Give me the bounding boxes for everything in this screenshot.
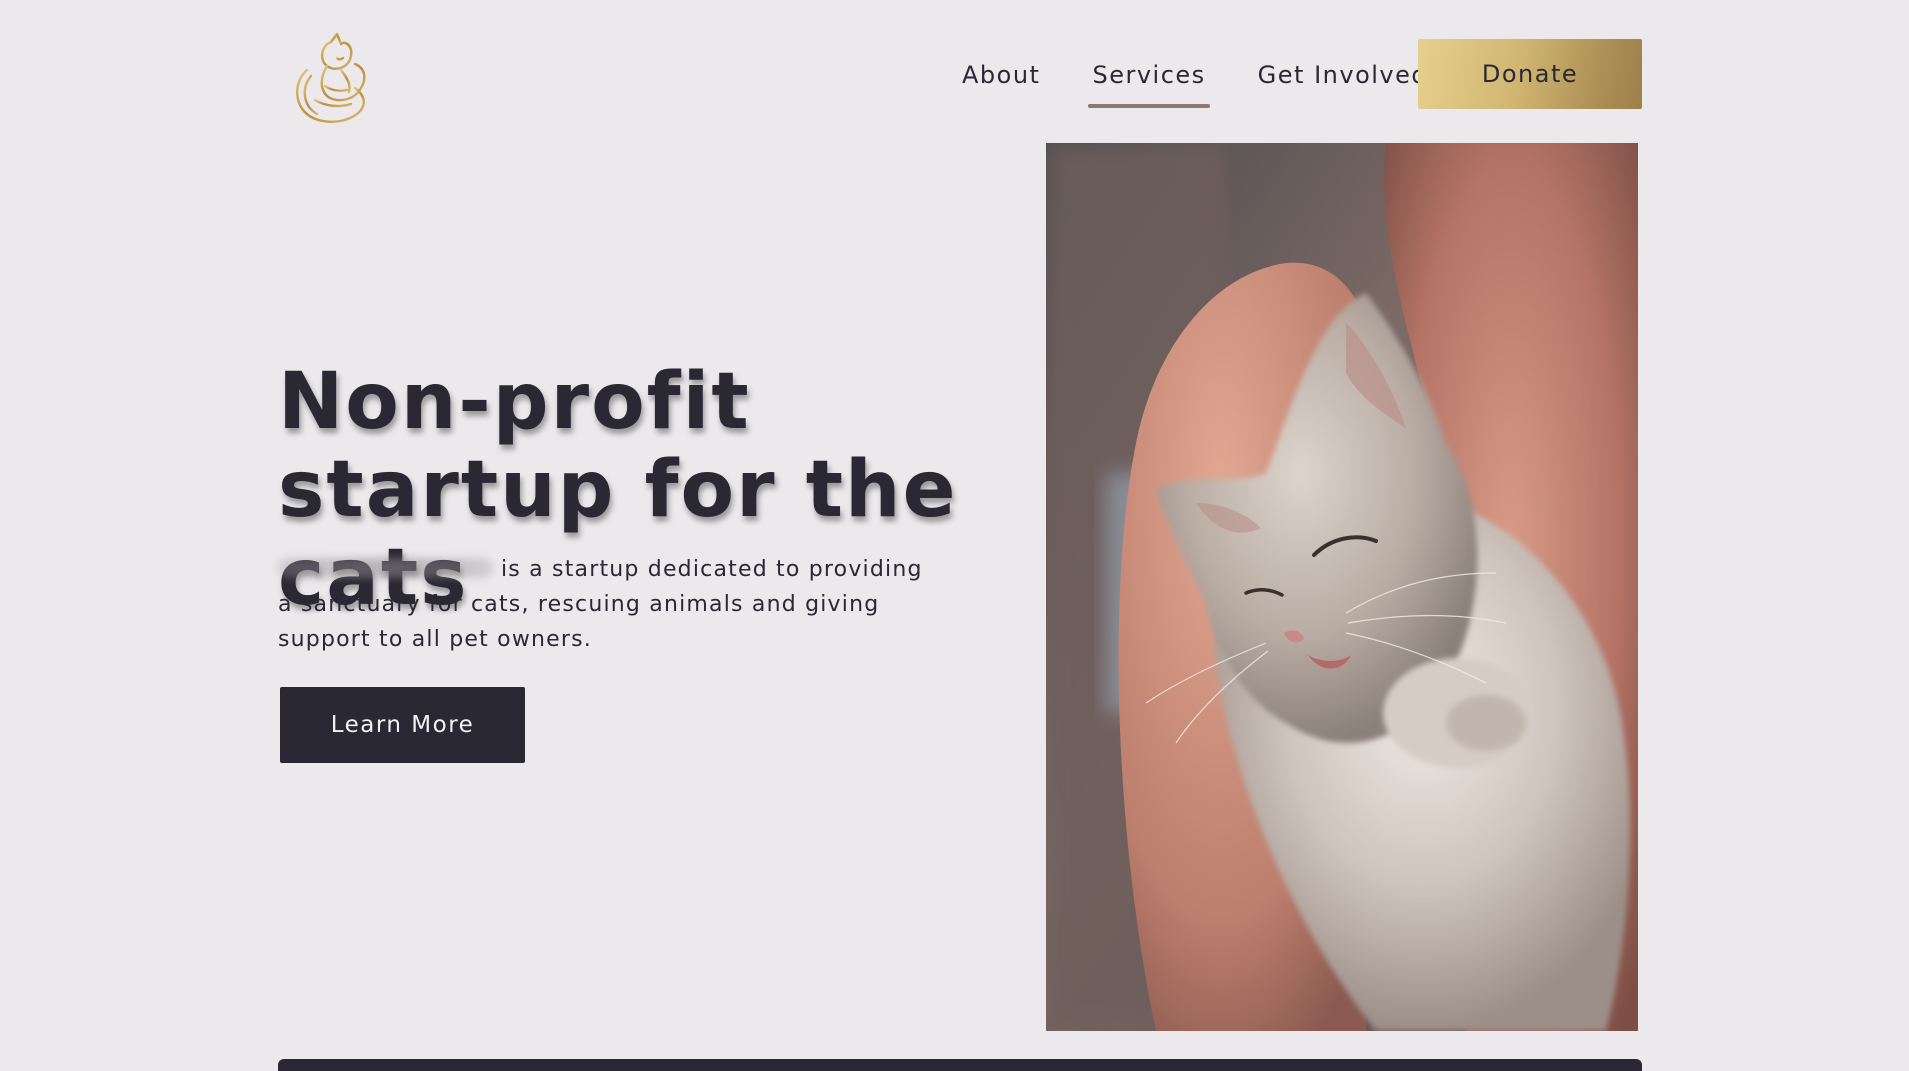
sleeping-kitten-photo — [1046, 143, 1638, 1031]
hero-description: is a startup dedicated to providing a sa… — [278, 552, 938, 657]
cat-logo-icon[interactable] — [285, 30, 375, 125]
blurred-organization-name — [278, 558, 493, 578]
nav-services[interactable]: Services — [1088, 40, 1210, 110]
nav-get-involved[interactable]: Get Involved — [1256, 40, 1430, 110]
main-nav: About Services Get Involved — [940, 40, 1430, 110]
nav-about[interactable]: About — [960, 40, 1042, 110]
donate-button[interactable]: Donate — [1418, 39, 1642, 109]
page: About Services Get Involved Donate Non-p… — [0, 0, 1909, 1071]
footer-bar — [278, 1059, 1642, 1071]
learn-more-button[interactable]: Learn More — [280, 687, 525, 763]
